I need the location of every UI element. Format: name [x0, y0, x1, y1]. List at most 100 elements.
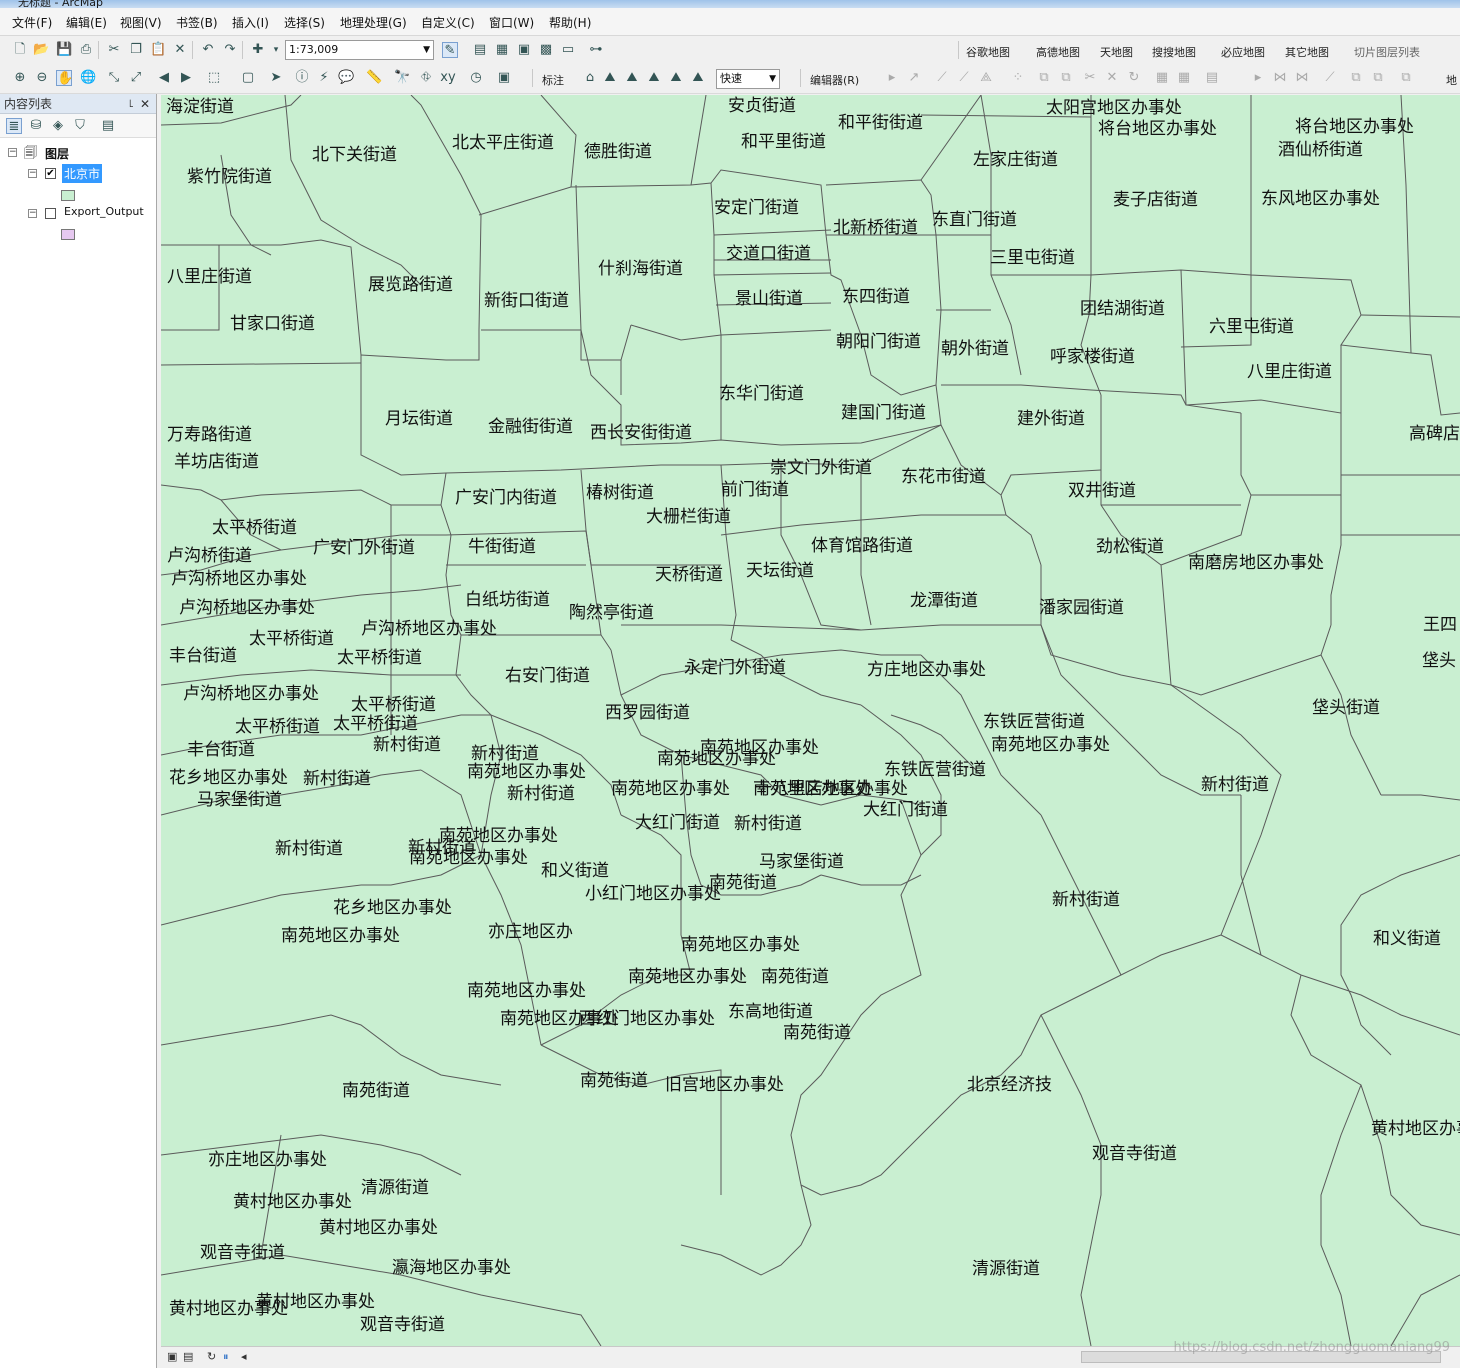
pan-hand-icon[interactable]: ✋	[56, 70, 73, 86]
layer-export-swatch[interactable]	[61, 229, 75, 240]
select-features-icon[interactable]: ⬚	[206, 70, 222, 86]
tile-layer-list[interactable]: 切片图层列表	[1354, 44, 1420, 60]
topology-construct-icon[interactable]: ⧉	[1348, 70, 1364, 86]
straight-segment-icon[interactable]: ⟋	[934, 70, 950, 86]
menu-edit[interactable]: 编辑(E)	[66, 14, 107, 31]
edit-tool-icon[interactable]: ▸	[884, 70, 900, 86]
goto-xy-icon[interactable]: xy	[440, 70, 456, 86]
pause-drawing-icon[interactable]: ⏸	[223, 1350, 229, 1364]
point-icon[interactable]: ⁘	[1010, 70, 1026, 86]
menu-view[interactable]: 视图(V)	[120, 14, 162, 31]
cut-icon[interactable]: ✂	[106, 42, 122, 58]
data-view-icon[interactable]: ▤	[183, 1350, 193, 1363]
time-slider-icon[interactable]: ◷	[468, 70, 484, 86]
topology-reshape-icon[interactable]: ⋈	[1294, 70, 1310, 86]
undo-icon[interactable]: ↶	[200, 42, 216, 58]
menu-geoprocessing[interactable]: 地理处理(G)	[340, 14, 407, 31]
print-icon[interactable]: ⎙	[78, 42, 94, 58]
menu-insert[interactable]: 插入(I)	[232, 14, 269, 31]
pin-icon[interactable]: ꜖	[129, 94, 134, 114]
options-icon[interactable]: ▤	[100, 118, 116, 134]
sketch-properties-icon[interactable]: ▦	[1176, 70, 1192, 86]
fixed-zoom-out-icon[interactable]: ⤢	[128, 70, 144, 86]
create-features-icon[interactable]: ▤	[1204, 70, 1220, 86]
labeling-menu[interactable]: 标注	[542, 72, 564, 88]
topology-line-icon[interactable]: ⟋	[1322, 70, 1338, 86]
menu-file[interactable]: 文件(F)	[12, 14, 52, 31]
label-manager-icon[interactable]: ⌂	[582, 70, 598, 86]
open-folder-icon[interactable]: 📂	[33, 42, 49, 58]
list-by-visibility-icon[interactable]: ◈	[50, 118, 66, 134]
add-data-icon[interactable]: ✚	[250, 42, 266, 58]
map-view[interactable]: 海淀街道 安贞街道 太阳宫地区办事处 和平街街道 将台地区办事处 将台地区办事处 北太平庄街…	[161, 95, 1460, 1346]
attributes-icon[interactable]: ▦	[1154, 70, 1170, 86]
unplaced-labels-icon[interactable]: ⛰	[646, 70, 662, 86]
editor-toolbar-icon[interactable]: ✎	[442, 42, 458, 58]
python-window-icon[interactable]: ▭	[560, 42, 576, 58]
back-arrow-icon[interactable]: ◀	[156, 70, 172, 86]
layers-expander[interactable]: −	[8, 148, 17, 157]
layers-root[interactable]: 图层	[45, 145, 69, 162]
save-icon[interactable]: 💾	[56, 42, 72, 58]
trace-icon[interactable]: ⟁	[978, 70, 994, 86]
menu-help[interactable]: 帮助(H)	[549, 14, 591, 31]
google-map-menu[interactable]: 谷歌地图	[966, 44, 1010, 60]
error-inspector-icon[interactable]: ⧉	[1398, 70, 1414, 86]
model-builder-icon[interactable]: ⊶	[588, 42, 604, 58]
layer-export-checkbox[interactable]	[45, 208, 56, 219]
endpoint-arc-icon[interactable]: ⟋	[956, 70, 972, 86]
scale-combo[interactable]: 1:73,009 ▼	[285, 40, 434, 60]
label-weight-icon[interactable]: ⛰	[668, 70, 684, 86]
find-route-icon[interactable]: ⛗	[418, 70, 434, 86]
editor-menu[interactable]: 编辑器(R)	[810, 72, 859, 88]
delete-icon[interactable]: ✕	[172, 42, 188, 58]
menu-bookmarks[interactable]: 书签(B)	[176, 14, 218, 31]
close-icon[interactable]: ✕	[140, 94, 150, 114]
identify-info-icon[interactable]: ⓘ	[294, 70, 310, 86]
label-speed-combo[interactable]: 快速 ▼	[716, 69, 780, 89]
edit-annotation-icon[interactable]: ↗	[906, 70, 922, 86]
menu-windows[interactable]: 窗口(W)	[489, 14, 534, 31]
fixed-zoom-in-icon[interactable]: ⤡	[106, 70, 122, 86]
scroll-left-icon[interactable]: ◂	[241, 1350, 247, 1363]
new-document-icon[interactable]: 🗋	[12, 42, 28, 58]
rotate-icon[interactable]: ↻	[1126, 70, 1142, 86]
edit-vertices-icon[interactable]: ⧉	[1036, 70, 1052, 86]
zoom-out-icon[interactable]: ⊖	[34, 70, 50, 86]
layer-beijing-name[interactable]: 北京市	[62, 164, 103, 183]
paste-icon[interactable]: 📋	[150, 42, 166, 58]
copy-icon[interactable]: ❐	[128, 42, 144, 58]
list-by-selection-icon[interactable]: ⛉	[72, 118, 88, 134]
topology-validate-icon[interactable]: ⧉	[1370, 70, 1386, 86]
reshape-icon[interactable]: ⧉	[1058, 70, 1074, 86]
forward-arrow-icon[interactable]: ▶	[178, 70, 194, 86]
layer-beijing-swatch[interactable]	[61, 190, 75, 201]
geo-toolbar-cut[interactable]: 地	[1446, 72, 1457, 88]
clear-selection-icon[interactable]: ▢	[240, 70, 256, 86]
lock-labels-icon[interactable]: ⛰	[624, 70, 640, 86]
view-unplaced-icon[interactable]: ⛰	[690, 70, 706, 86]
layer-export-expander[interactable]: −	[28, 209, 37, 218]
topology-map-icon[interactable]: ⋈	[1272, 70, 1288, 86]
topology-edit-icon[interactable]: ▸	[1250, 70, 1266, 86]
add-data-dropdown-icon[interactable]: ▾	[268, 42, 284, 58]
hyperlink-icon[interactable]: ⚡	[316, 70, 332, 86]
gaode-map-menu[interactable]: 高德地图	[1036, 44, 1080, 60]
full-extent-globe-icon[interactable]: 🌐	[80, 70, 96, 86]
html-popup-icon[interactable]: 💬	[338, 70, 354, 86]
label-priority-icon[interactable]: ⛰	[602, 70, 618, 86]
redo-icon[interactable]: ↷	[222, 42, 238, 58]
layer-export-name[interactable]: Export_Output	[64, 205, 144, 218]
find-binoculars-icon[interactable]: 🔭	[394, 70, 410, 86]
select-elements-arrow-icon[interactable]: ➤	[268, 70, 284, 86]
other-map-menu[interactable]: 其它地图	[1285, 44, 1329, 60]
bing-map-menu[interactable]: 必应地图	[1221, 44, 1265, 60]
catalog-window-icon[interactable]: ▦	[494, 42, 510, 58]
create-viewer-icon[interactable]: ▣	[496, 70, 512, 86]
layout-view-icon[interactable]: ▣	[167, 1350, 177, 1363]
refresh-icon[interactable]: ↻	[207, 1350, 216, 1363]
layer-beijing-expander[interactable]: −	[28, 169, 37, 178]
zoom-in-icon[interactable]: ⊕	[12, 70, 28, 86]
toc-window-icon[interactable]: ▤	[472, 42, 488, 58]
list-by-drawing-order-icon[interactable]: ≣	[6, 118, 22, 134]
